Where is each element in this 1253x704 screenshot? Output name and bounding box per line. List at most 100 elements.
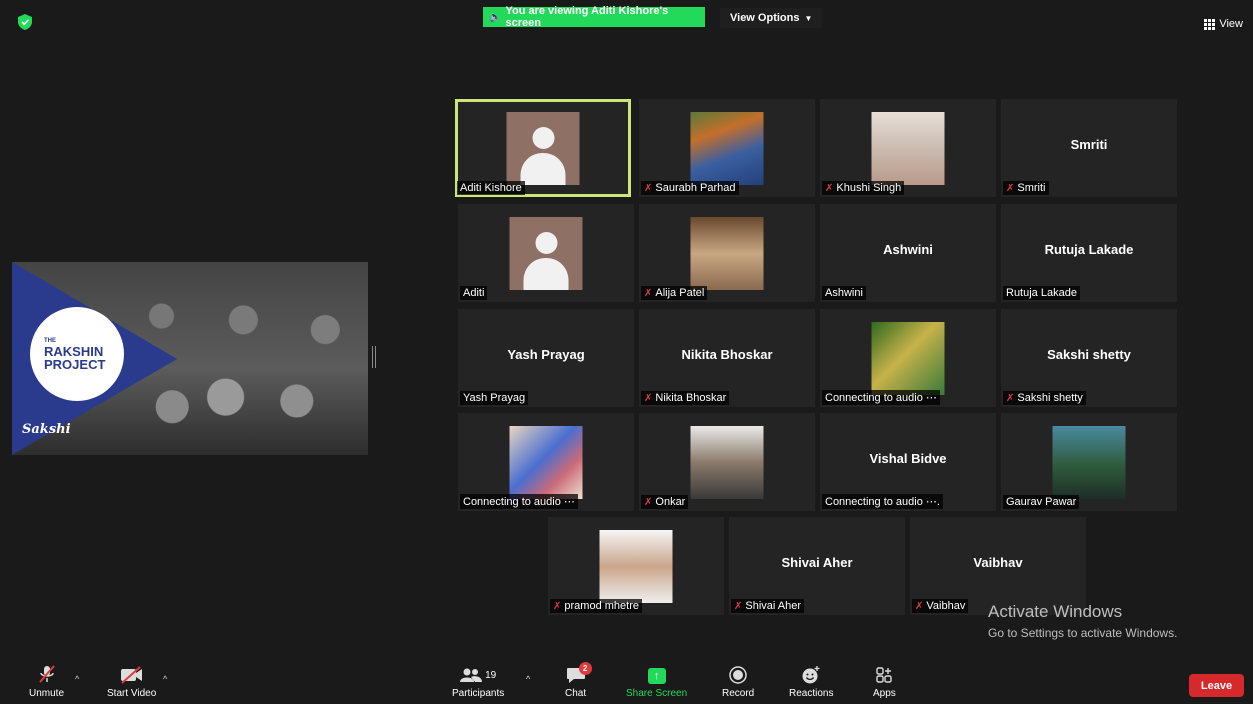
participant-name: Connecting to audio ⋯ — [825, 392, 937, 404]
participant-name-label: Connecting to audio ⋯. — [822, 494, 943, 509]
video-off-icon — [120, 666, 142, 684]
participant-tile[interactable]: Yash Prayag Yash Prayag — [458, 309, 634, 407]
participant-name-label: Yash Prayag — [460, 391, 529, 405]
participants-caret-icon[interactable]: ^ — [526, 674, 530, 684]
avatar-head — [535, 232, 558, 254]
participant-name: pramod mhetre — [564, 600, 639, 612]
participant-name-label: Connecting to audio ⋯ — [460, 494, 578, 509]
shared-screen[interactable]: THE RAKSHIN PROJECT Sakshi — [12, 262, 368, 455]
participant-photo — [690, 112, 764, 185]
participant-tile[interactable]: Connecting to audio ⋯ — [458, 413, 634, 511]
participant-name-label: Ashwini — [822, 286, 866, 300]
view-label: View — [1219, 18, 1243, 30]
participant-name-label: ✗ Saurabh Parhad — [641, 181, 739, 195]
chat-label: Chat — [565, 688, 587, 699]
split-handle[interactable] — [372, 346, 376, 368]
record-button[interactable]: Record — [722, 666, 754, 699]
participant-name-label: ✗ Smriti — [1003, 181, 1049, 195]
participant-name-label: ✗ Onkar — [641, 495, 689, 509]
participant-tile[interactable]: Smriti ✗ Smriti — [1001, 99, 1177, 197]
muted-mic-icon: ✗ — [644, 392, 653, 404]
participant-name: Connecting to audio ⋯. — [825, 496, 940, 508]
muted-mic-icon: ✗ — [644, 496, 653, 508]
start-video-label: Start Video — [107, 688, 157, 699]
participant-name: Khushi Singh — [836, 182, 902, 194]
participant-display-name: Sakshi shetty — [1047, 347, 1131, 362]
participant-name-label: ✗ pramod mhetre — [550, 599, 642, 613]
participant-tile[interactable]: Gaurav Pawar — [1001, 413, 1177, 511]
participant-name: Alija Patel — [655, 287, 705, 299]
chevron-down-icon: ▼ — [804, 13, 813, 23]
leave-label: Leave — [1200, 679, 1233, 692]
participant-tile[interactable]: Aditi Kishore — [455, 99, 631, 197]
participant-display-name: Rutuja Lakade — [1044, 242, 1134, 257]
participant-tile[interactable]: Ashwini Ashwini — [820, 204, 996, 302]
participant-tile[interactable]: Shivai Aher ✗ Shivai Aher — [729, 517, 905, 615]
participant-name: Aditi — [463, 287, 485, 299]
view-options-button[interactable]: View Options ▼ — [720, 8, 823, 28]
video-caret-icon[interactable]: ^ — [163, 674, 167, 684]
smiley-plus-icon — [802, 666, 820, 684]
muted-mic-icon: ✗ — [825, 182, 834, 194]
share-screen-icon: ↑ — [647, 668, 666, 684]
participant-tile[interactable]: Sakshi shetty ✗ Sakshi shetty — [1001, 309, 1177, 407]
viewing-banner: 🔈 You are viewing Aditi Kishore's screen — [483, 5, 705, 29]
participant-tile[interactable]: ✗ pramod mhetre — [548, 517, 724, 615]
participant-tile[interactable]: Connecting to audio ⋯ — [820, 309, 996, 407]
participant-tile[interactable]: Vishal Bidve Connecting to audio ⋯. — [820, 413, 996, 511]
participants-button[interactable]: 19 Participants — [452, 666, 504, 699]
participant-photo — [1052, 426, 1126, 499]
participant-name: Aditi Kishore — [460, 182, 522, 194]
participant-name: Onkar — [655, 496, 686, 508]
record-icon — [729, 666, 747, 684]
participant-name-label: ✗ Sakshi shetty — [1003, 391, 1086, 405]
chat-badge: 2 — [578, 662, 592, 675]
participant-name: Gaurav Pawar — [1006, 496, 1077, 508]
participant-name: Shivai Aher — [745, 600, 802, 612]
sakshi-logo: Sakshi — [22, 422, 71, 437]
participant-tile[interactable]: Aditi — [458, 204, 634, 302]
participant-tile[interactable]: ✗ Saurabh Parhad — [639, 99, 815, 197]
unmute-label: Unmute — [29, 688, 65, 699]
avatar-head — [532, 127, 555, 149]
participants-count: 19 — [485, 669, 497, 681]
audio-caret-icon[interactable]: ^ — [75, 674, 79, 684]
participant-name: Nikita Bhoskar — [655, 392, 727, 404]
avatar-body — [523, 258, 569, 290]
view-button[interactable]: View — [1204, 18, 1243, 30]
apps-label: Apps — [873, 688, 896, 699]
participant-name: Smriti — [1017, 182, 1046, 194]
participant-name: Yash Prayag — [463, 392, 526, 404]
participants-label: Participants — [452, 688, 505, 699]
view-options-label: View Options — [730, 12, 800, 24]
participant-name: Ashwini — [825, 287, 863, 299]
unmute-button[interactable]: Unmute — [29, 665, 65, 699]
participant-display-name: Vishal Bidve — [869, 451, 947, 466]
participant-tile[interactable]: ✗ Onkar — [639, 413, 815, 511]
reactions-button[interactable]: Reactions — [789, 666, 833, 699]
banner-text: You are viewing Aditi Kishore's screen — [505, 5, 669, 29]
share-screen-button[interactable]: ↑ Share Screen — [626, 666, 687, 699]
share-screen-label: Share Screen — [626, 688, 688, 699]
shield-icon[interactable] — [18, 14, 32, 30]
participant-tile[interactable]: ✗ Alija Patel — [639, 204, 815, 302]
participant-tile[interactable]: Rutuja Lakade Rutuja Lakade — [1001, 204, 1177, 302]
speaker-icon: 🔈 — [489, 11, 502, 23]
participant-display-name: Ashwini — [883, 242, 933, 257]
start-video-button[interactable]: Start Video — [107, 666, 156, 699]
apps-icon — [876, 667, 893, 683]
participant-tile[interactable]: Vaibhav ✗ Vaibhav — [910, 517, 1086, 615]
leave-button[interactable]: Leave — [1189, 674, 1244, 697]
participant-name-label: ✗ Shivai Aher — [731, 599, 805, 613]
participant-tile[interactable]: Nikita Bhoskar ✗ Nikita Bhoskar — [639, 309, 815, 407]
chat-button[interactable]: 2 Chat — [565, 662, 592, 699]
participant-tile[interactable]: ✗ Khushi Singh — [820, 99, 996, 197]
default-avatar — [509, 217, 583, 290]
participant-name-label: Aditi Kishore — [457, 181, 525, 195]
participant-display-name: Vaibhav — [973, 555, 1023, 570]
participant-photo — [599, 530, 673, 603]
participant-name: Sakshi shetty — [1017, 392, 1083, 404]
apps-button[interactable]: Apps — [873, 666, 896, 699]
participant-photo — [871, 322, 945, 395]
participant-name-label: Gaurav Pawar — [1003, 495, 1080, 509]
